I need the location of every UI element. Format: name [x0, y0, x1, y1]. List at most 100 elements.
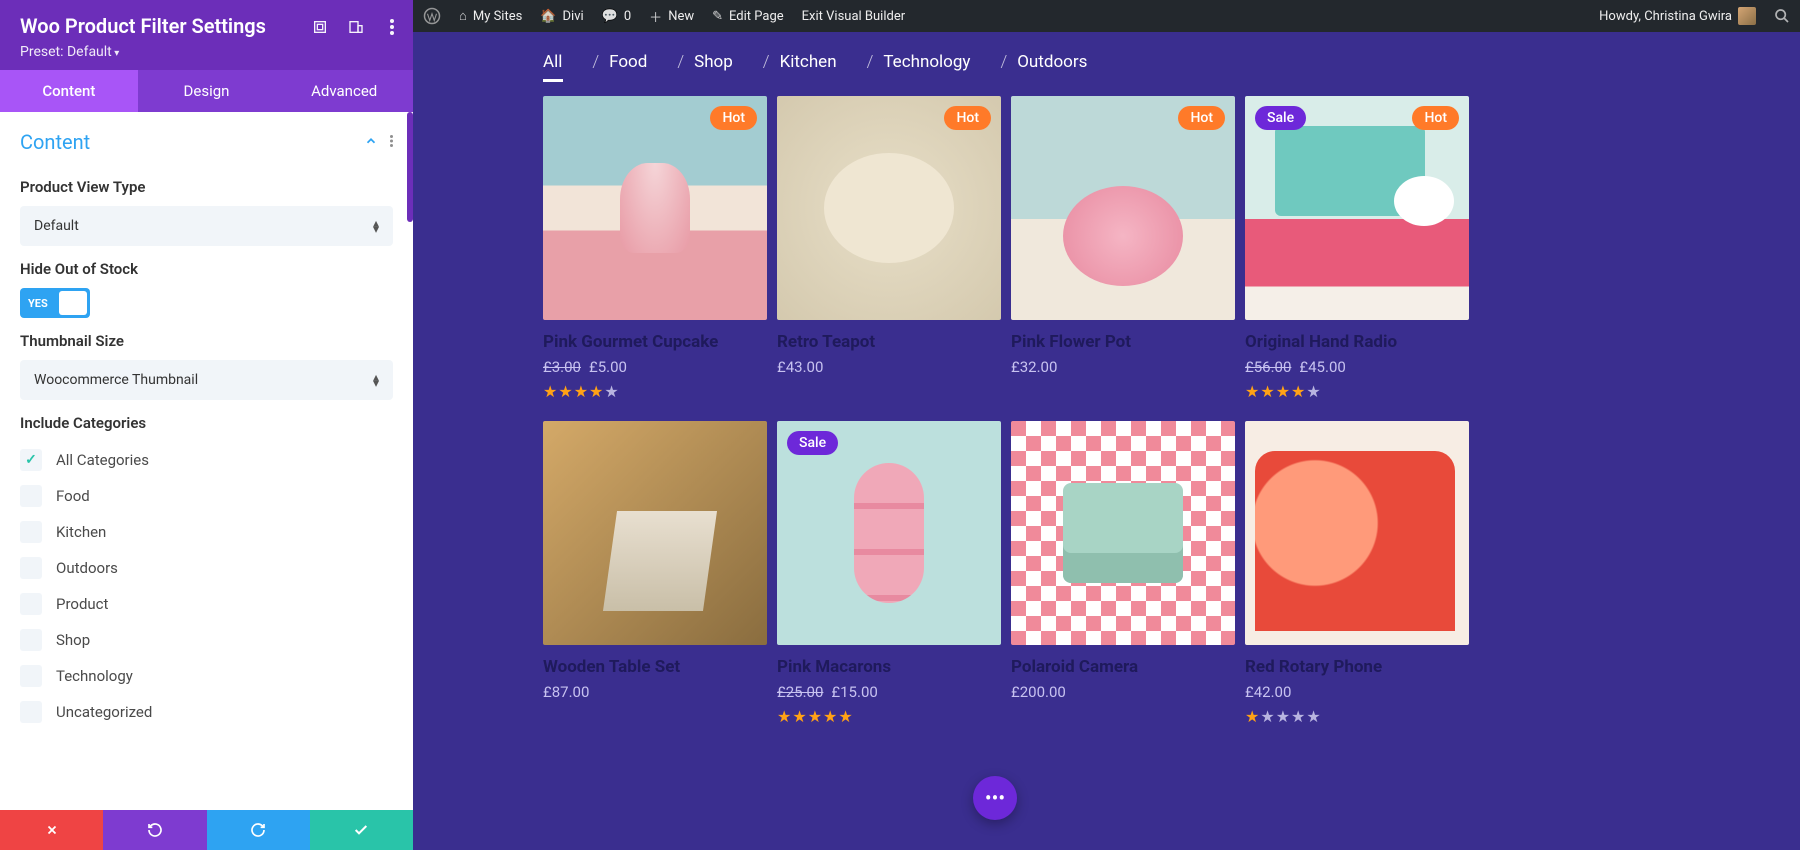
more-icon[interactable] [383, 18, 401, 36]
filterbar-item[interactable]: All [543, 52, 562, 72]
section-header[interactable]: Content [20, 124, 393, 164]
toggle-knob [59, 291, 87, 315]
undo-button[interactable] [103, 810, 206, 850]
select-caret-icon: ▴▾ [373, 374, 379, 386]
hide-out-of-stock-toggle[interactable]: YES [20, 288, 90, 318]
product-image: Hot [1011, 96, 1235, 320]
divider-icon: / [592, 52, 599, 72]
rating-stars: ★★★★★ [1245, 382, 1469, 401]
category-list: All Categories Food Kitchen Outdoors Product… [20, 442, 393, 730]
product-card[interactable]: Hot Pink Gourmet Cupcake £3.00£5.00 ★★★★★ [543, 96, 767, 401]
category-label: Shop [56, 631, 90, 649]
redo-button[interactable] [207, 810, 310, 850]
category-label: All Categories [56, 451, 149, 469]
category-label: Outdoors [56, 559, 118, 577]
product-price: £200.00 [1011, 683, 1235, 701]
product-title: Pink Gourmet Cupcake [543, 332, 767, 352]
category-checkbox-item[interactable]: Uncategorized [20, 694, 393, 730]
tab-content[interactable]: Content [0, 70, 138, 112]
divider-icon: / [763, 52, 770, 72]
product-card[interactable]: HotRetro Teapot£43.00 [777, 96, 1001, 401]
rating-stars: ★★★★★ [1245, 707, 1469, 726]
filterbar-item[interactable]: /Outdoors [1000, 52, 1087, 72]
category-checkbox-item[interactable]: Food [20, 478, 393, 514]
cancel-button[interactable] [0, 810, 103, 850]
price-current: £15.00 [831, 683, 877, 701]
section-title: Content [20, 130, 90, 154]
product-card[interactable]: SaleHotOriginal Hand Radio£56.00£45.00★★… [1245, 96, 1469, 401]
thumbnail-size-select[interactable]: Woocommerce Thumbnail ▴▾ [20, 360, 393, 400]
thumbnail-size-value: Woocommerce Thumbnail [34, 372, 198, 388]
product-price: £3.00£5.00 [543, 358, 767, 376]
price-current: £43.00 [777, 358, 823, 376]
category-checkbox-item[interactable]: Technology [20, 658, 393, 694]
divider-icon: / [867, 52, 874, 72]
product-view-type-select[interactable]: Default ▴▾ [20, 206, 393, 246]
price-old: £56.00 [1245, 358, 1291, 376]
sidebar-footer [0, 810, 413, 850]
exit-vb-link[interactable]: Exit Visual Builder [802, 9, 905, 24]
sale-badge: Sale [787, 431, 838, 455]
product-card[interactable]: SalePink Macarons£25.00£15.00★★★★★ [777, 421, 1001, 726]
filterbar-item[interactable]: /Shop [677, 52, 732, 72]
price-current: £42.00 [1245, 683, 1291, 701]
preset-dropdown[interactable]: Preset: Default [20, 44, 393, 60]
category-checkbox-item[interactable]: Outdoors [20, 550, 393, 586]
filterbar-label: Kitchen [780, 52, 837, 72]
expand-icon[interactable] [311, 18, 329, 36]
product-card[interactable]: HotPink Flower Pot£32.00 [1011, 96, 1235, 401]
fab-more-button[interactable]: ••• [973, 776, 1017, 820]
product-card[interactable]: Wooden Table Set£87.00 [543, 421, 767, 726]
site-link[interactable]: 🏠Divi [540, 9, 583, 24]
checkbox-icon [20, 521, 42, 543]
include-categories-label: Include Categories [20, 414, 393, 432]
filterbar-item[interactable]: /Food [592, 52, 647, 72]
price-current: £87.00 [543, 683, 589, 701]
product-image [1011, 421, 1235, 645]
edit-page-link[interactable]: ✎Edit Page [712, 9, 784, 24]
howdy-link[interactable]: Howdy, Christina Gwira [1599, 7, 1756, 25]
category-checkbox-item[interactable]: Shop [20, 622, 393, 658]
filterbar-item[interactable]: / Technology [867, 52, 971, 72]
filterbar-label: Technology [883, 52, 970, 72]
category-label: Product [56, 595, 108, 613]
category-checkbox-item[interactable]: Kitchen [20, 514, 393, 550]
section-more-icon[interactable] [390, 133, 393, 152]
hot-badge: Hot [1412, 106, 1459, 130]
collapse-icon[interactable] [364, 133, 378, 152]
product-view-type-label: Product View Type [20, 178, 393, 196]
price-current: £32.00 [1011, 358, 1057, 376]
main-preview: ⌂My Sites 🏠Divi 💬0 ＋New ✎Edit Page Exit … [413, 0, 1800, 850]
sidebar-tabs: Content Design Advanced [0, 70, 413, 112]
comments-link[interactable]: 💬0 [602, 9, 632, 24]
product-title: Red Rotary Phone [1245, 657, 1469, 677]
category-label: Kitchen [56, 523, 106, 541]
rating-stars: ★★★★★ [777, 707, 1001, 726]
category-checkbox-item[interactable]: Product [20, 586, 393, 622]
hide-out-of-stock-label: Hide Out of Stock [20, 260, 393, 278]
product-title: Polaroid Camera [1011, 657, 1235, 677]
checkbox-icon [20, 629, 42, 651]
tab-design[interactable]: Design [138, 70, 276, 112]
checkbox-icon [20, 449, 42, 471]
divider-icon: / [1000, 52, 1007, 72]
product-image: Hot [777, 96, 1001, 320]
product-card[interactable]: Polaroid Camera £200.00 [1011, 421, 1235, 726]
category-checkbox-item[interactable]: All Categories [20, 442, 393, 478]
my-sites-link[interactable]: ⌂My Sites [459, 8, 522, 24]
responsive-icon[interactable] [347, 18, 365, 36]
product-price: £56.00£45.00 [1245, 358, 1469, 376]
filterbar-item[interactable]: / Kitchen [763, 52, 837, 72]
avatar [1738, 7, 1756, 25]
checkbox-icon [20, 665, 42, 687]
search-icon[interactable] [1774, 8, 1790, 24]
rating-stars: ★★★★★ [543, 382, 767, 401]
product-card[interactable]: Red Rotary Phone £42.00 ★★★★★ [1245, 421, 1469, 726]
tab-advanced[interactable]: Advanced [275, 70, 413, 112]
filterbar-label: Shop [694, 52, 733, 72]
settings-sidebar: Woo Product Filter Settings Preset: Defa… [0, 0, 413, 850]
new-link[interactable]: ＋New [649, 7, 694, 26]
hot-badge: Hot [710, 106, 757, 130]
save-button[interactable] [310, 810, 413, 850]
wp-logo-icon[interactable] [423, 7, 441, 25]
